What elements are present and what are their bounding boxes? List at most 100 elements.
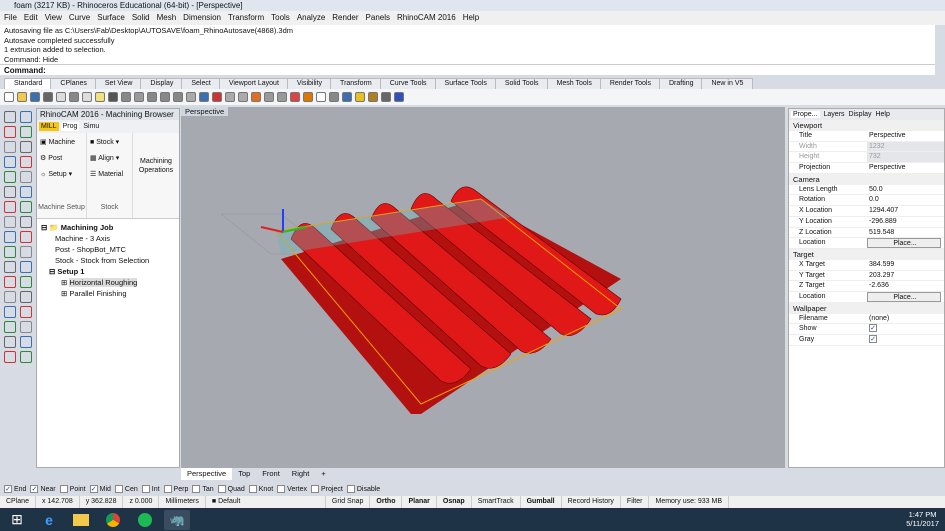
start-icon[interactable]: ⊞ — [4, 510, 30, 530]
tree-machine[interactable]: Machine - 3 Axis — [41, 233, 175, 244]
toolbar-icon[interactable] — [329, 92, 339, 102]
checkbox[interactable] — [114, 485, 123, 493]
tab-render-tools[interactable]: Render Tools — [599, 78, 661, 89]
checkbox[interactable] — [163, 485, 172, 493]
menu-analyze[interactable]: Analyze — [297, 11, 325, 25]
tool-icon[interactable] — [4, 351, 16, 363]
tool-icon[interactable] — [4, 171, 16, 183]
tool-icon[interactable] — [20, 186, 32, 198]
property-value[interactable]: 519.548 — [867, 228, 944, 238]
checkbox[interactable]: ✓ — [4, 485, 12, 493]
menu-render[interactable]: Render — [332, 11, 358, 25]
toolbar-icon[interactable] — [381, 92, 391, 102]
tool-icon[interactable] — [20, 231, 32, 243]
viewport-tab-top[interactable]: Top — [232, 468, 256, 480]
tool-icon[interactable] — [20, 171, 32, 183]
checkbox[interactable] — [248, 485, 257, 493]
osnap-quad[interactable]: Quad — [217, 485, 245, 493]
tool-icon[interactable] — [20, 276, 32, 288]
clock[interactable]: 1:47 PM 5/11/2017 — [906, 510, 939, 528]
planar-toggle[interactable]: Planar — [402, 496, 437, 508]
tool-icon[interactable] — [20, 216, 32, 228]
perspective-viewport[interactable] — [181, 119, 785, 468]
post-button[interactable]: ⚙ Post — [40, 151, 83, 167]
osnap-mid[interactable]: ✓ Mid — [89, 485, 111, 493]
tab-select[interactable]: Select — [181, 78, 221, 89]
tool-icon[interactable] — [4, 111, 16, 123]
osnap-point[interactable]: Point — [59, 485, 86, 493]
command-input[interactable]: Command: — [0, 64, 935, 75]
tool-icon[interactable] — [4, 126, 16, 138]
tool-icon[interactable] — [4, 261, 16, 273]
chrome-icon[interactable] — [100, 510, 126, 530]
tree-stock[interactable]: Stock - Stock from Selection — [41, 255, 175, 266]
tool-icon[interactable] — [4, 201, 16, 213]
property-value[interactable]: (none) — [867, 314, 944, 324]
panel-tab[interactable]: Layers — [824, 111, 845, 118]
panel-tab[interactable]: Help — [875, 111, 889, 118]
grid-snap-toggle[interactable]: Grid Snap — [326, 496, 371, 508]
tool-icon[interactable] — [20, 141, 32, 153]
toolbar-icon[interactable] — [212, 92, 222, 102]
property-value[interactable]: 1294.407 — [867, 206, 944, 216]
machining-operations-button[interactable]: Machining Operations — [133, 133, 179, 218]
tool-icon[interactable] — [20, 261, 32, 273]
panel-tab[interactable]: Prope... — [791, 111, 820, 118]
tab-curve-tools[interactable]: Curve Tools — [379, 78, 437, 89]
setup-button[interactable]: ☼ Setup ▾ — [40, 167, 83, 183]
toolbar-icon[interactable] — [121, 92, 131, 102]
tab-simulate[interactable]: Simu — [81, 122, 101, 131]
toolbar-icon[interactable] — [277, 92, 287, 102]
tab-viewport-layout[interactable]: Viewport Layout — [218, 78, 289, 89]
material-button[interactable]: ☰ Material — [90, 167, 129, 183]
place-button[interactable]: Place... — [867, 291, 941, 302]
tree-post[interactable]: Post - ShopBot_MTC — [41, 244, 175, 255]
ortho-toggle[interactable]: Ortho — [370, 496, 403, 508]
checkbox[interactable] — [311, 485, 320, 493]
toolbar-icon[interactable] — [30, 92, 40, 102]
tab-display[interactable]: Display — [140, 78, 184, 89]
tool-icon[interactable] — [20, 336, 32, 348]
toolbar-icon[interactable] — [368, 92, 378, 102]
osnap-perp[interactable]: Perp — [163, 485, 188, 493]
tab-visibility[interactable]: Visibility — [286, 78, 333, 89]
checkbox[interactable] — [217, 485, 226, 493]
viewport-tab-perspective[interactable]: Perspective — [181, 468, 233, 480]
checkbox[interactable]: ✓ — [30, 485, 39, 493]
tool-icon[interactable] — [20, 126, 32, 138]
tool-icon[interactable] — [4, 246, 16, 258]
tool-icon[interactable] — [20, 156, 32, 168]
toolbar-icon[interactable] — [303, 92, 313, 102]
edge-icon[interactable]: e — [36, 510, 62, 530]
tab-new-in-v5[interactable]: New in V5 — [701, 78, 754, 89]
tab-drafting[interactable]: Drafting — [658, 78, 704, 89]
osnap-cen[interactable]: Cen — [114, 485, 138, 493]
menu-edit[interactable]: Edit — [24, 11, 38, 25]
property-value[interactable]: -296.889 — [867, 217, 944, 227]
tool-icon[interactable] — [4, 306, 16, 318]
osnap-int[interactable]: Int — [141, 485, 160, 493]
toolbar-icon[interactable] — [160, 92, 170, 102]
property-value[interactable]: 0.0 — [867, 195, 944, 205]
tool-icon[interactable] — [20, 246, 32, 258]
tab-program[interactable]: Prog — [60, 122, 80, 131]
toolbar-icon[interactable] — [56, 92, 66, 102]
checkbox[interactable]: ✓ — [867, 324, 944, 334]
spotify-icon[interactable] — [132, 510, 158, 530]
toolbar-icon[interactable] — [108, 92, 118, 102]
toolbar-icon[interactable] — [290, 92, 300, 102]
cplane-label[interactable]: CPlane — [0, 496, 36, 508]
tab-surface-tools[interactable]: Surface Tools — [434, 78, 497, 89]
tab-standard[interactable]: Standard — [4, 78, 53, 89]
viewport-tab-right[interactable]: Right — [286, 468, 316, 480]
rhino-icon[interactable]: 🦏 — [164, 509, 190, 530]
layer-indicator[interactable]: ■ Default — [206, 496, 326, 508]
tool-icon[interactable] — [20, 111, 32, 123]
machine-button[interactable]: ▣ Machine — [40, 135, 83, 151]
tab-transform[interactable]: Transform — [330, 78, 382, 89]
property-value[interactable]: 50.0 — [867, 185, 944, 195]
record-history-toggle[interactable]: Record History — [562, 496, 621, 508]
viewport-tab-front[interactable]: Front — [256, 468, 286, 480]
tree-op[interactable]: ⊞ Parallel Finishing — [41, 288, 175, 299]
tree-setup[interactable]: ⊟ Setup 1 — [41, 266, 175, 277]
